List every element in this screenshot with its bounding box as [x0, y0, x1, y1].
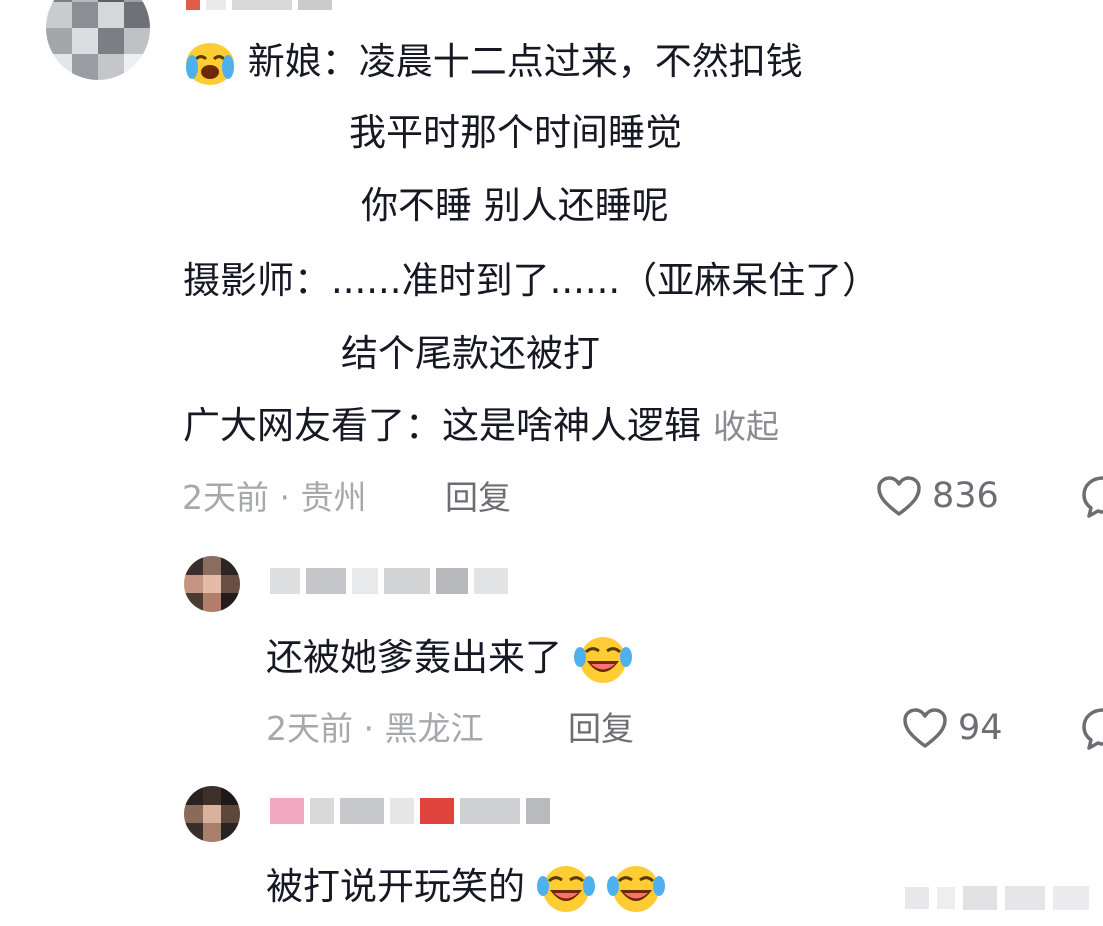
heart-outline-icon [902, 707, 948, 749]
username[interactable] [270, 568, 508, 594]
avatar[interactable] [46, 0, 150, 80]
collapse-button[interactable]: 收起 [713, 407, 779, 446]
comment-bubble-icon[interactable] [1080, 474, 1103, 520]
comment-bubble-icon[interactable] [1080, 706, 1103, 752]
comment-line: 你不睡 别人还睡呢 [361, 184, 669, 227]
rolling-laughing-face-icon [536, 864, 595, 914]
like-button[interactable]: 836 [876, 474, 999, 518]
avatar[interactable] [184, 556, 240, 612]
watermark [905, 878, 1095, 918]
comment-meta: 2天前 · 贵州 [182, 478, 367, 517]
avatar[interactable] [184, 786, 240, 842]
comment-line: 新娘：凌晨十二点过来，不然扣钱 [184, 37, 803, 87]
username[interactable] [270, 798, 550, 824]
comment-line: 还被她爹轰出来了 [266, 633, 632, 685]
comment-text: 被打说开玩笑的 [266, 865, 525, 908]
comment-meta: 2天前 · 黑龙江 [266, 709, 484, 748]
like-button[interactable]: 94 [902, 706, 1003, 750]
loudly-crying-face-icon [184, 41, 236, 87]
rolling-laughing-face-icon [573, 635, 632, 685]
username[interactable] [186, 0, 332, 10]
comment-line: 广大网友看了：这是啥神人逻辑 收起 [183, 401, 779, 452]
rolling-laughing-face-icon [606, 864, 665, 914]
like-count: 836 [932, 476, 999, 516]
like-count: 94 [958, 708, 1003, 748]
comment-line: 结个尾款还被打 [341, 332, 600, 375]
comment-line: 摄影师：......准时到了......（亚麻呆住了） [183, 259, 880, 302]
heart-outline-icon [876, 475, 922, 517]
reply-button[interactable]: 回复 [445, 476, 511, 520]
comment-line: 我平时那个时间睡觉 [349, 111, 682, 154]
reply-button[interactable]: 回复 [568, 707, 634, 751]
comment-line: 被打说开玩笑的 [266, 862, 665, 914]
comment-text: 新娘：凌晨十二点过来，不然扣钱 [247, 40, 803, 83]
comment-text: 广大网友看了：这是啥神人逻辑 [183, 404, 701, 447]
comment-text: 还被她爹轰出来了 [266, 636, 562, 679]
